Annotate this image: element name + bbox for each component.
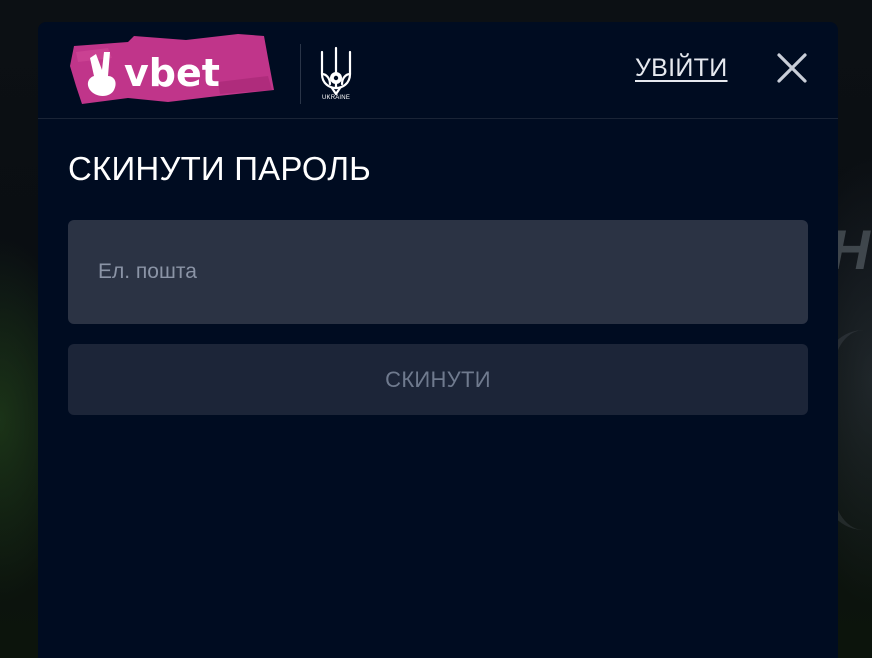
- login-link[interactable]: УВІЙТИ: [635, 54, 728, 83]
- page-title: СКИНУТИ ПАРОЛЬ: [68, 150, 372, 187]
- reset-button[interactable]: СКИНУТИ: [68, 344, 808, 415]
- vbet-logo[interactable]: vbet: [68, 32, 278, 108]
- email-field[interactable]: [68, 220, 808, 324]
- header-divider: [300, 44, 301, 104]
- close-button[interactable]: [774, 50, 810, 86]
- close-icon: [777, 53, 807, 83]
- reset-password-modal: vbet UKRAINE УВІЙТИ СКИНУТИ ПАРОЛЬ СКИНУ…: [38, 22, 838, 658]
- modal-header: vbet UKRAINE УВІЙТИ: [38, 22, 838, 119]
- svg-text:vbet: vbet: [124, 51, 220, 95]
- federation-label: UKRAINE: [321, 95, 351, 101]
